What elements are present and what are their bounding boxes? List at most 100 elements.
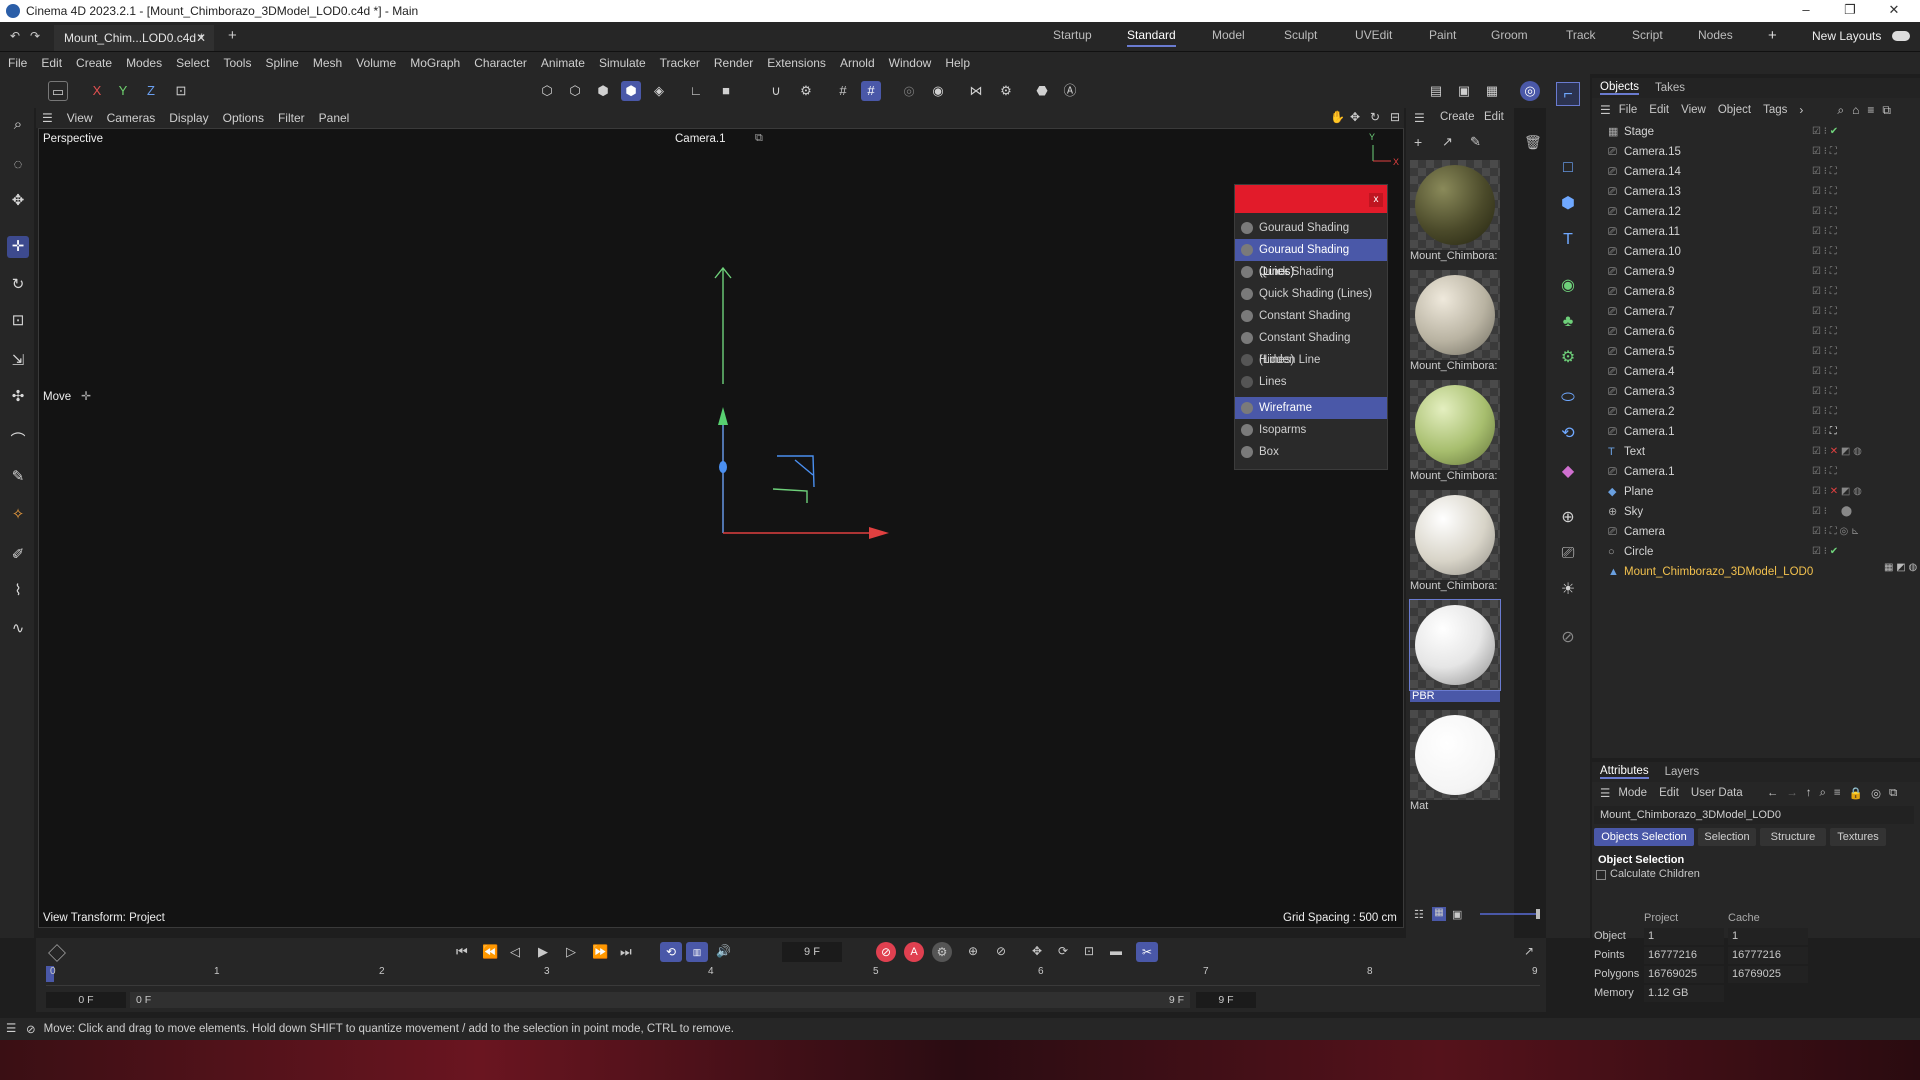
timeline-ruler[interactable]: 0 1 2 3 4 5 6 7 8 9 [46, 966, 1540, 986]
object-row-plane[interactable]: ◆ Plane ☑ ⁝ ✕ ◩ ◍ [1592, 482, 1920, 502]
layout-tab-track[interactable]: Track [1566, 28, 1596, 42]
viewport-menu-panel[interactable]: Panel [319, 111, 350, 125]
field-icon[interactable]: ⬭ [1556, 386, 1580, 410]
spline-sketch-icon[interactable]: ✎ [7, 466, 29, 488]
material-mountain-4[interactable]: Mount_Chimbora: [1410, 490, 1500, 592]
attr-menu-edit[interactable]: Edit [1659, 787, 1679, 799]
edges-mode-icon[interactable]: ⬡ [565, 81, 585, 101]
symmetry-settings-icon[interactable]: ⚙ [996, 81, 1016, 101]
shading-wireframe[interactable]: Wireframe [1235, 397, 1387, 419]
object-row-camera-7[interactable]: ⎚ Camera.7 ☑ ⁝ ⛶ [1592, 302, 1920, 322]
grid-icon[interactable]: # [833, 81, 853, 101]
layout-tab-uvedit[interactable]: UVEdit [1355, 28, 1392, 42]
menu-mograph[interactable]: MoGraph [410, 56, 460, 70]
menu-animate[interactable]: Animate [541, 56, 585, 70]
obj-menu-view[interactable]: View [1681, 104, 1706, 116]
menu-render[interactable]: Render [714, 56, 753, 70]
viewport-perspective[interactable]: Perspective Camera.1 ⧉ Move ✛ Y X View T… [38, 128, 1404, 928]
menu-mesh[interactable]: Mesh [313, 56, 342, 70]
environment-globe-icon[interactable]: ⊕ [1556, 506, 1580, 530]
object-row-camera-8[interactable]: ⎚ Camera.8 ☑ ⁝ ⛶ [1592, 282, 1920, 302]
attr-search-icon[interactable]: ⌕ [1819, 787, 1825, 800]
add-layout-icon[interactable]: + [1768, 27, 1777, 44]
prev-frame-icon[interactable]: ◁ [510, 944, 520, 960]
auto-icon[interactable]: Ⓐ [1060, 81, 1080, 101]
y-axis-lock[interactable]: Y [113, 81, 133, 101]
pla-key-icon[interactable]: ⊡ [1084, 944, 1094, 958]
layout-tab-groom[interactable]: Groom [1491, 28, 1528, 42]
shading-gouraud-lines[interactable]: Gouraud Shading (Lines) [1235, 239, 1387, 278]
object-row-camera-15[interactable]: ⎚ Camera.15 ☑ ⁝ ⛶ [1592, 142, 1920, 162]
menu-tools[interactable]: Tools [223, 56, 251, 70]
move-tool-secondary-icon[interactable]: ✥ [7, 190, 29, 212]
brush-icon[interactable]: ✐ [7, 544, 29, 566]
material-mountain-2[interactable]: Mount_Chimbora: [1410, 270, 1500, 372]
object-row-camera-4[interactable]: ⎚ Camera.4 ☑ ⁝ ⛶ [1592, 362, 1920, 382]
attr-up-icon[interactable]: ↑ [1806, 787, 1812, 799]
object-row-camera-3[interactable]: ⎚ Camera.3 ☑ ⁝ ⛶ [1592, 382, 1920, 402]
coordinate-system-icon[interactable]: ⊡ [171, 81, 191, 101]
viewport-hamburger-icon[interactable]: ☰ [42, 111, 53, 125]
menu-extensions[interactable]: Extensions [767, 56, 826, 70]
motion-tracker-icon[interactable]: ✂ [1136, 942, 1158, 962]
placement-tool-icon[interactable]: ✣ [7, 386, 29, 408]
render-target-icon[interactable]: ◉ [928, 81, 948, 101]
material-menu-create[interactable]: Create [1440, 111, 1475, 123]
object-row-stage[interactable]: ▦ Stage ☑ ⁝ ✔ [1592, 122, 1920, 142]
move-tool-icon[interactable]: ✛ [7, 236, 29, 258]
keyframe-icon[interactable] [48, 944, 66, 962]
edit-material-icon[interactable]: ✎ [1470, 134, 1481, 150]
autokey-timeline-icon[interactable]: ▥ [686, 942, 708, 962]
spline-icon[interactable]: ⟲ [1556, 422, 1580, 446]
obj-expand-icon[interactable]: ⧉ [1882, 103, 1891, 118]
tab-takes[interactable]: Takes [1655, 82, 1685, 94]
rotate-tool-icon[interactable]: ↻ [7, 274, 29, 296]
attr-menu-mode[interactable]: Mode [1618, 787, 1647, 799]
status-hamburger-icon[interactable]: ☰ [6, 1021, 16, 1035]
current-frame-field[interactable]: 9 F [782, 942, 842, 962]
grid-view-icon[interactable]: ▦ [1432, 907, 1446, 921]
param-key-icon[interactable]: ⟳ [1058, 944, 1068, 958]
object-row-camera-9[interactable]: ⎚ Camera.9 ☑ ⁝ ⛶ [1592, 262, 1920, 282]
menu-modes[interactable]: Modes [126, 56, 162, 70]
link-material-icon[interactable]: ↗ [1442, 134, 1453, 150]
shading-popup-close-icon[interactable]: x [1369, 193, 1383, 207]
subtab-selection[interactable]: Selection [1698, 828, 1756, 846]
x-axis-lock[interactable]: X [87, 81, 107, 101]
next-key-icon[interactable]: ⏩ [592, 944, 608, 960]
object-row-camera-1[interactable]: ⎚ Camera.1 ☑ ⁝ ⛶ [1592, 422, 1920, 442]
autokey-icon[interactable]: A [904, 942, 924, 962]
z-axis-lock[interactable]: Z [141, 81, 161, 101]
object-row-camera-13[interactable]: ⎚ Camera.13 ☑ ⁝ ⛶ [1592, 182, 1920, 202]
goto-start-icon[interactable]: ⏮ [456, 944, 468, 960]
shading-box[interactable]: Box [1235, 441, 1387, 463]
obj-menu-object[interactable]: Object [1718, 104, 1751, 116]
shading-quick[interactable]: Quick Shading [1235, 261, 1387, 283]
material-hamburger-icon[interactable]: ☰ [1414, 111, 1425, 125]
model-mode-icon[interactable]: ▭ [48, 81, 68, 101]
mount-tags-icon[interactable]: ▦ ◩ ◍ [1884, 562, 1917, 573]
timeline-expand-icon[interactable]: ↗ [1524, 944, 1534, 958]
viewport-menu-options[interactable]: Options [223, 111, 264, 125]
shading-quick-lines[interactable]: Quick Shading (Lines) [1235, 283, 1387, 305]
range-start-field[interactable]: 0 F [130, 992, 1190, 1008]
start-frame-field[interactable]: 0 F [46, 992, 126, 1008]
goto-end-icon[interactable]: ⏭ [620, 944, 632, 960]
maximize-view-icon[interactable]: ⊟ [1390, 110, 1400, 124]
shading-isoparms[interactable]: Isoparms [1235, 419, 1387, 441]
render-picture-viewer-icon[interactable]: ▣ [1454, 81, 1474, 101]
object-row-circle[interactable]: ○ Circle ☑ ⁝ ✔ [1592, 542, 1920, 562]
minimize-icon[interactable]: – [1786, 0, 1826, 22]
material-mountain-1[interactable]: Mount_Chimbora: [1410, 160, 1500, 262]
keyframe-settings-icon[interactable]: ⚙ [932, 942, 952, 962]
close-icon[interactable]: ✕ [1874, 0, 1914, 22]
object-hamburger-icon[interactable]: ☰ [1600, 103, 1611, 117]
object-row-camera-5[interactable]: ⎚ Camera.5 ☑ ⁝ ⛶ [1592, 342, 1920, 362]
object-row-camera-2[interactable]: ⎚ Camera.2 ☑ ⁝ ⛶ [1592, 402, 1920, 422]
viewport-menu-filter[interactable]: Filter [278, 111, 305, 125]
snap-settings-icon[interactable]: ⚙ [796, 81, 816, 101]
maximize-icon[interactable]: ❐ [1830, 0, 1870, 22]
layout-tab-startup[interactable]: Startup [1053, 28, 1092, 42]
obj-menu-more-icon[interactable]: › [1799, 103, 1803, 117]
interactive-render-icon[interactable]: ◎ [1520, 81, 1540, 101]
